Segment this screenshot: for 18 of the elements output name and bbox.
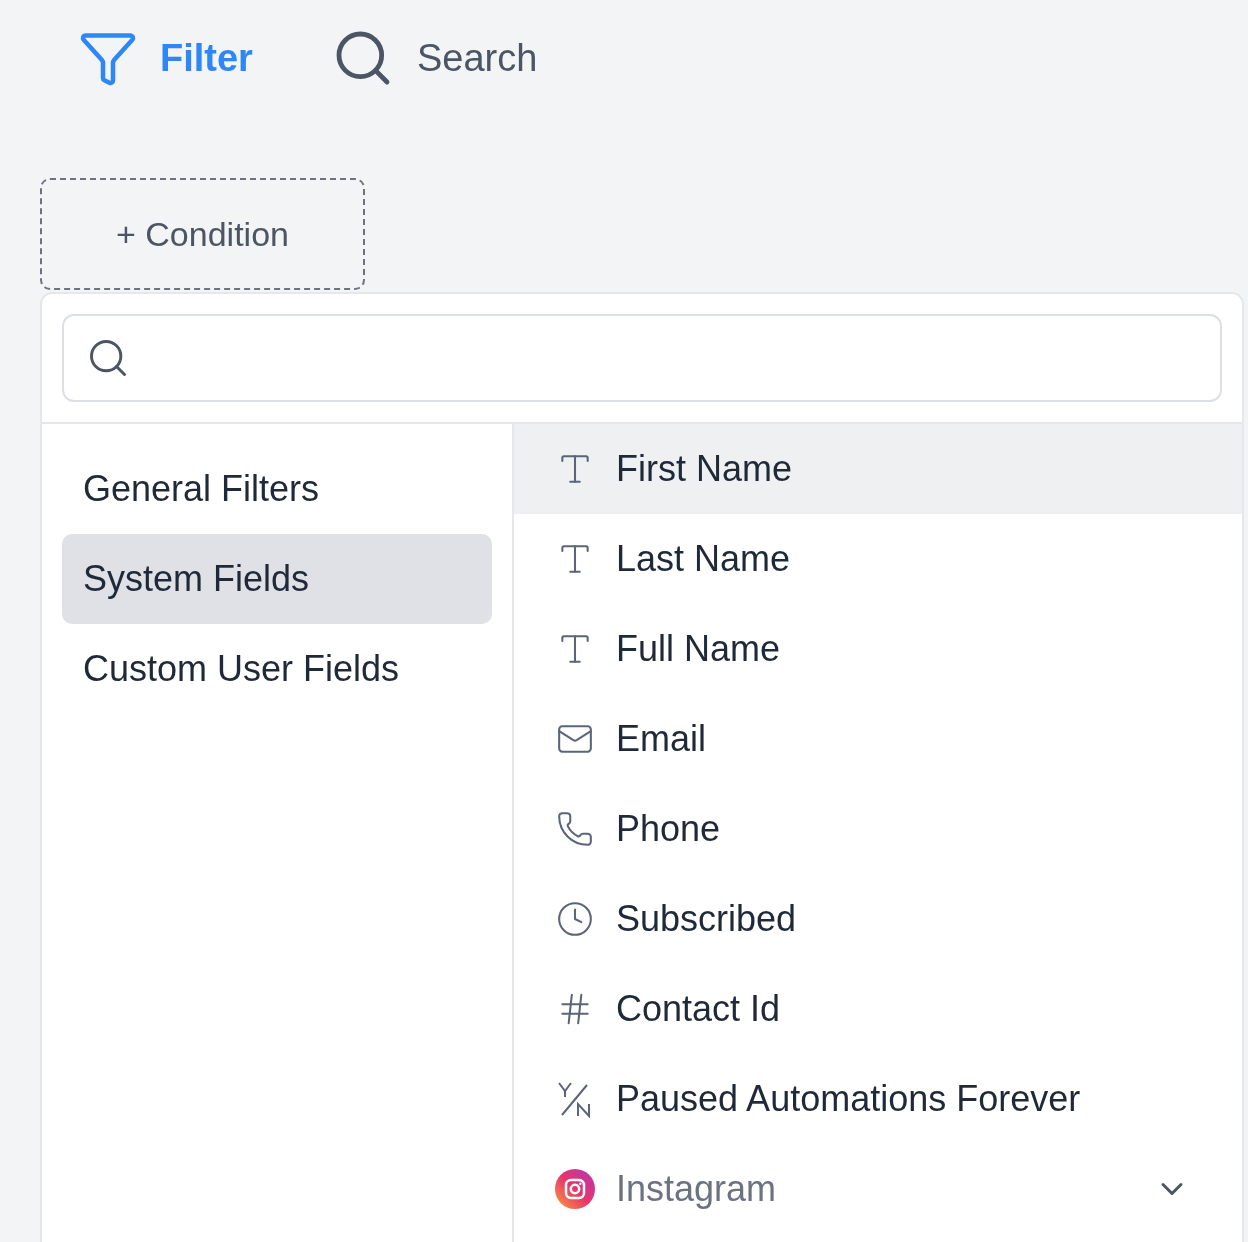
field-option[interactable]: Last Name bbox=[514, 514, 1242, 604]
field-option[interactable]: Phone bbox=[514, 784, 1242, 874]
phone-icon bbox=[556, 810, 594, 848]
field-option[interactable]: Contact Id bbox=[514, 964, 1242, 1054]
category-item[interactable]: System Fields bbox=[62, 534, 492, 624]
camera-logo-icon bbox=[555, 1169, 595, 1209]
field-option[interactable]: Email bbox=[514, 694, 1242, 784]
field-option[interactable]: First Name bbox=[514, 424, 1242, 514]
field-option[interactable]: Subscribed bbox=[514, 874, 1242, 964]
category-item[interactable]: Custom User Fields bbox=[62, 624, 492, 714]
clock-icon bbox=[556, 900, 594, 938]
field-option[interactable]: Paused Automations Forever bbox=[514, 1054, 1242, 1144]
search-field[interactable] bbox=[62, 314, 1222, 402]
field-option[interactable]: Instagram bbox=[514, 1144, 1242, 1234]
field-option[interactable]: Full Name bbox=[514, 604, 1242, 694]
add-condition-button[interactable]: + Condition bbox=[40, 178, 365, 290]
category-item[interactable]: General Filters bbox=[62, 444, 492, 534]
toolbar-tab[interactable]: Search bbox=[330, 26, 538, 90]
